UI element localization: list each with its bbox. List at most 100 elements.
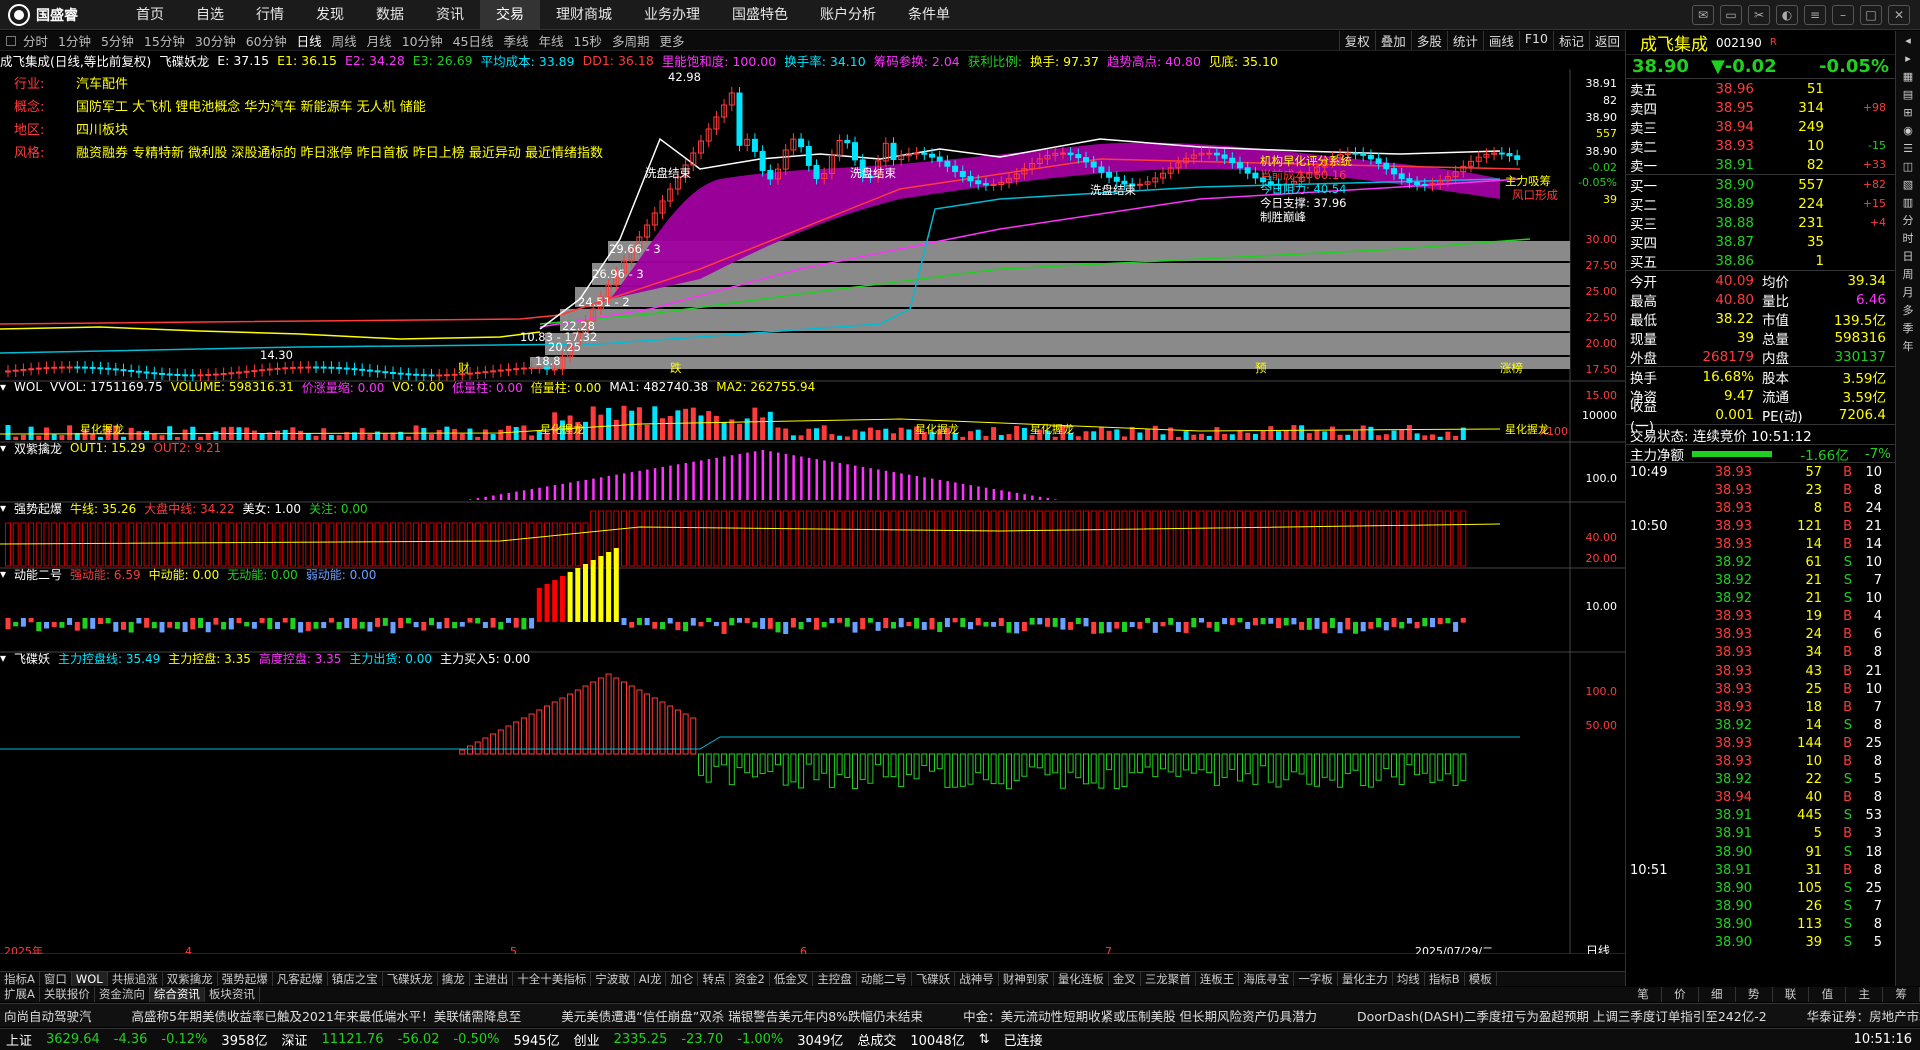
maximize-icon[interactable]: □ (1860, 5, 1882, 25)
info-value[interactable]: 融资融券 专精特新 微利股 深股通标的 昨日涨停 昨日首板 昨日上榜 最近异动 … (76, 146, 603, 161)
info-value[interactable]: 汽车配件 (76, 77, 128, 92)
main-indicator-name[interactable]: 飞碟妖龙 (159, 52, 209, 69)
indicator-tab[interactable]: 转点 (698, 972, 730, 986)
indicator-tab[interactable]: 主控盘 (813, 972, 857, 986)
quote-tab[interactable]: 价 (1662, 987, 1699, 1002)
chart-area[interactable]: 38.91 82 38.90 557 38.90 -0.02 -0.05% 39 30.00 27… (0, 69, 1625, 954)
menu-item[interactable]: 业务办理 (628, 0, 716, 30)
indicator-tab[interactable]: 擒龙 (438, 972, 470, 986)
indicator-tab[interactable]: 加仑 (666, 972, 698, 986)
news-item[interactable]: DoorDash(DASH)二季度扭亏为盈超预期 上调三季度订单指引至242亿-… (1357, 1006, 1767, 1025)
sh-label[interactable]: 上证 (6, 1030, 32, 1049)
indicator-tab[interactable]: 量化主力 (1338, 972, 1393, 986)
book-row[interactable]: 卖三 38.94 249 (1626, 117, 1895, 136)
tick-row[interactable]: 38.90 113 S 8 (1626, 915, 1895, 933)
tick-row[interactable]: 38.94 40 B 8 (1626, 789, 1895, 807)
sidebar-tool-icon[interactable]: ◉ (1898, 123, 1918, 139)
sidebar-tool-icon[interactable]: ☰ (1898, 141, 1918, 157)
chart-tool-button[interactable]: 返回 (1589, 31, 1625, 50)
minimize-icon[interactable]: – (1832, 5, 1854, 25)
sidebar-tool-icon[interactable]: ⊞ (1898, 105, 1918, 121)
quote-tab[interactable]: 筹 (1883, 987, 1920, 1002)
ind2-collapse-icon[interactable]: ▾ (0, 441, 6, 455)
chart-tool-button[interactable]: 标记 (1553, 31, 1589, 50)
chart-tool-button[interactable]: 画线 (1483, 31, 1519, 50)
menu-item[interactable]: 首页 (120, 0, 180, 30)
chart-tool-button[interactable]: 复权 (1339, 31, 1375, 50)
book-row[interactable]: 买一 38.90 557 +82 (1626, 175, 1895, 194)
tick-row[interactable]: 10:49 38.93 57 B 10 (1626, 463, 1895, 481)
tick-row[interactable]: 38.93 25 B 10 (1626, 680, 1895, 698)
ind5-name[interactable]: 飞碟妖 (14, 650, 50, 667)
sidebar-tool-icon[interactable]: ▸ (1898, 51, 1918, 67)
sz-label[interactable]: 深证 (282, 1030, 308, 1049)
indicator-tab[interactable]: 主进出 (470, 972, 514, 986)
period-item[interactable]: 日线 (292, 31, 327, 50)
sidebar-tool-icon[interactable]: ▦ (1898, 69, 1918, 85)
close-icon[interactable]: ✕ (1888, 5, 1910, 25)
sidebar-period[interactable]: 季 (1898, 321, 1918, 337)
period-item[interactable]: 15秒 (569, 31, 607, 50)
period-item[interactable]: 周线 (327, 31, 362, 50)
ind2-name[interactable]: 双紫擒龙 (14, 440, 62, 457)
extension-tab[interactable]: 扩展A (0, 987, 40, 1002)
ind5-collapse-icon[interactable]: ▾ (0, 651, 6, 665)
tools-icon[interactable]: ✂ (1748, 5, 1770, 25)
ind1-name[interactable]: WOL (14, 380, 42, 394)
tick-row[interactable]: 38.93 23 B 8 (1626, 481, 1895, 499)
indicator-tab[interactable]: 窗口 (40, 972, 72, 986)
tick-row[interactable]: 38.90 91 S 18 (1626, 843, 1895, 861)
sidebar-period[interactable]: 日 (1898, 249, 1918, 265)
brand-logo[interactable]: 国盛睿 (0, 0, 120, 30)
book-row[interactable]: 卖五 38.96 51 (1626, 79, 1895, 98)
period-item[interactable]: 1分钟 (53, 31, 96, 50)
sidebar-tool-icon[interactable]: ◫ (1898, 159, 1918, 175)
sidebar-tool-icon[interactable]: ▧ (1898, 177, 1918, 193)
news-item[interactable]: 向尚自动驾驶汽 (4, 1006, 92, 1025)
sidebar-period[interactable]: 年 (1898, 339, 1918, 355)
sidebar-period[interactable]: 时 (1898, 231, 1918, 247)
mail-icon[interactable]: ▭ (1720, 5, 1742, 25)
tick-row[interactable]: 38.90 105 S 25 (1626, 879, 1895, 897)
period-item[interactable]: 分时 (18, 31, 53, 50)
sidebar-period[interactable]: 多 (1898, 303, 1918, 319)
info-value[interactable]: 国防军工 大飞机 锂电池概念 华为汽车 新能源车 无人机 储能 (76, 100, 426, 115)
indicator-tab[interactable]: 动能二号 (857, 972, 912, 986)
message-icon[interactable]: ✉ (1692, 5, 1714, 25)
extension-tab[interactable]: 关联报价 (40, 987, 95, 1002)
quote-tab[interactable]: 细 (1699, 987, 1736, 1002)
indicator-tab[interactable]: 均线 (1393, 972, 1425, 986)
period-item[interactable]: 更多 (654, 31, 689, 50)
ind3-name[interactable]: 强势起爆 (14, 500, 62, 517)
ind3-collapse-icon[interactable]: ▾ (0, 501, 6, 515)
extension-tab[interactable]: 资金流向 (95, 987, 150, 1002)
tick-row[interactable]: 38.93 8 B 24 (1626, 499, 1895, 517)
tick-row[interactable]: 38.90 39 S 5 (1626, 933, 1895, 951)
book-row[interactable]: 买四 38.87 35 (1626, 232, 1895, 251)
tick-row[interactable]: 38.93 24 B 6 (1626, 626, 1895, 644)
indicator-tab[interactable]: 财神到家 (999, 972, 1054, 986)
sidebar-tool-icon[interactable]: ◂ (1898, 33, 1918, 49)
menu-item[interactable]: 资讯 (420, 0, 480, 30)
indicator-tab[interactable]: 强势起爆 (218, 972, 273, 986)
period-check-icon[interactable] (6, 36, 16, 46)
period-item[interactable]: 年线 (534, 31, 569, 50)
tick-row[interactable]: 38.93 19 B 4 (1626, 608, 1895, 626)
period-item[interactable]: 45日线 (448, 31, 499, 50)
news-item[interactable]: 华泰证券：房地产市场中长期 (1807, 1006, 1920, 1025)
ind4-name[interactable]: 动能二号 (14, 566, 62, 583)
tick-row[interactable]: 10:50 38.93 121 B 21 (1626, 517, 1895, 535)
tick-row[interactable]: 38.92 21 S 10 (1626, 590, 1895, 608)
indicator-tab[interactable]: 战神号 (955, 972, 999, 986)
indicator-tab[interactable]: 资金2 (730, 972, 769, 986)
quote-tab[interactable]: 联 (1773, 987, 1810, 1002)
menu-item[interactable]: 条件单 (892, 0, 966, 30)
indicator-tab[interactable]: 连板王 (1196, 972, 1240, 986)
chart-tool-button[interactable]: F10 (1519, 31, 1553, 50)
tick-row[interactable]: 38.92 21 S 7 (1626, 572, 1895, 590)
indicator-tab[interactable]: WOL (72, 972, 108, 986)
menu-item[interactable]: 账户分析 (804, 0, 892, 30)
indicator-tab[interactable]: 三龙聚首 (1141, 972, 1196, 986)
book-row[interactable]: 卖一 38.91 82 +33 (1626, 155, 1895, 174)
period-item[interactable]: 月线 (362, 31, 397, 50)
